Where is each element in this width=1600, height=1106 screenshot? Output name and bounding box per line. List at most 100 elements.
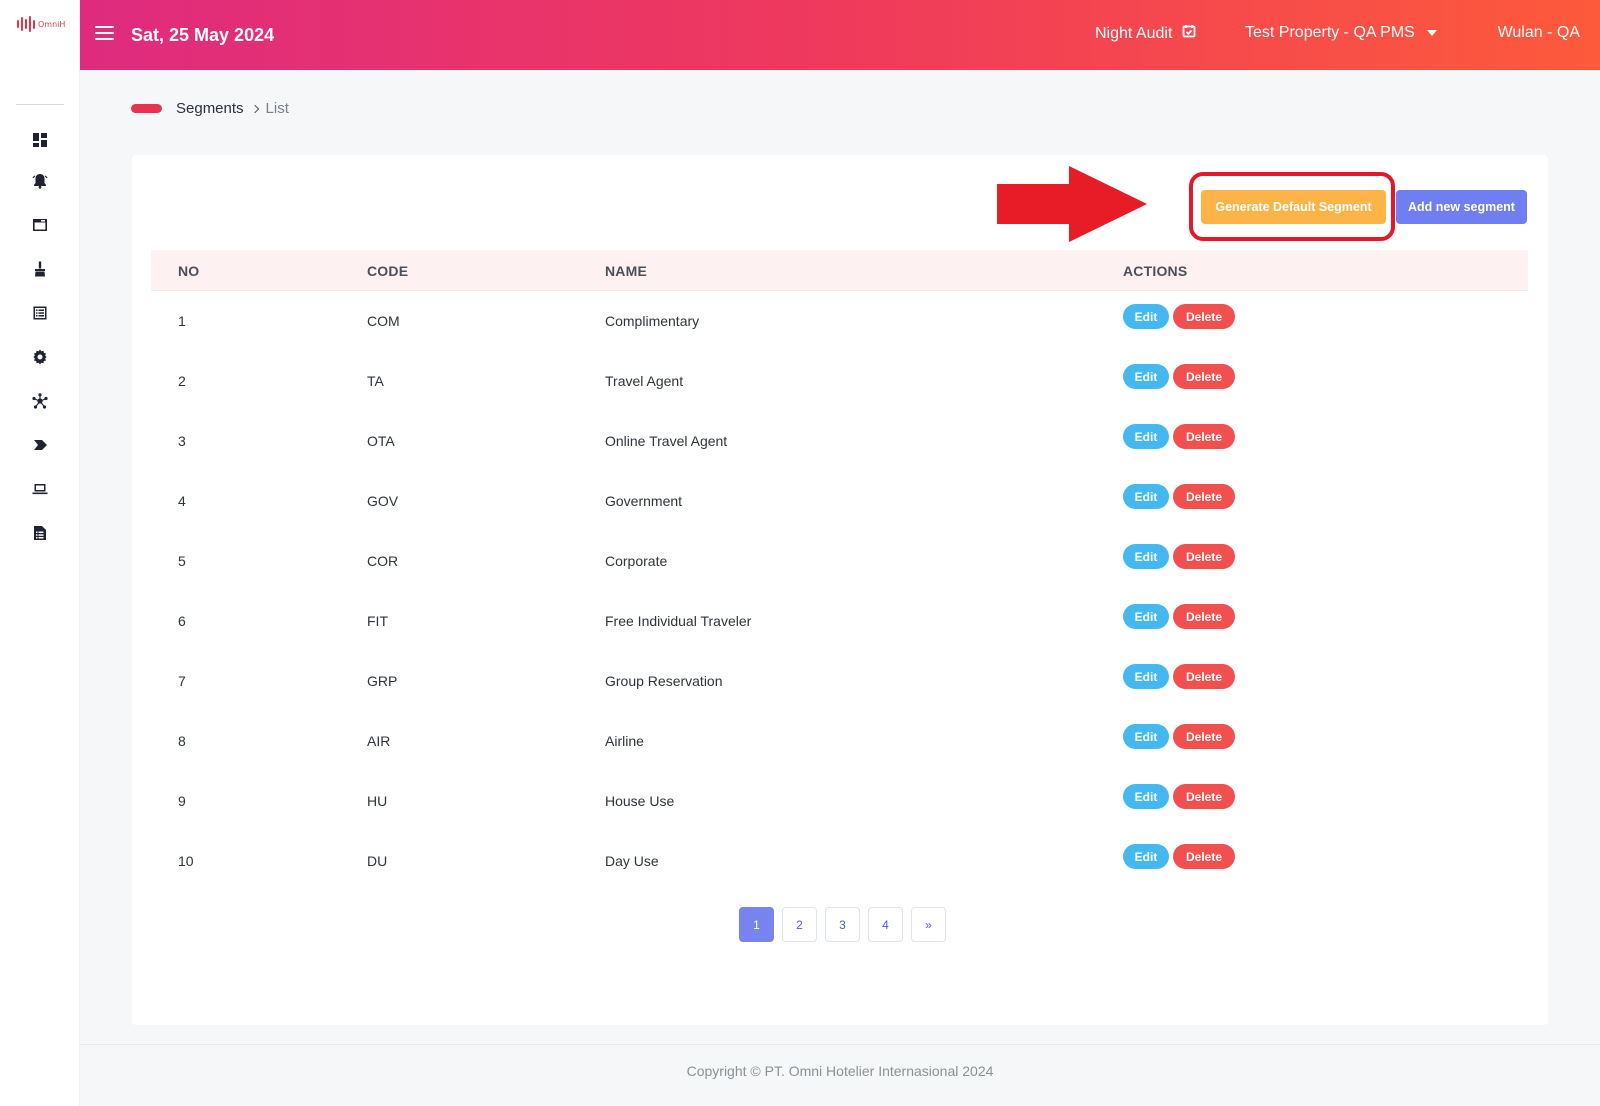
delete-button[interactable]: Delete: [1173, 364, 1235, 389]
user-menu[interactable]: Wulan - QA: [1498, 24, 1580, 42]
copyright-text: Copyright © PT. Omni Hotelier Internasio…: [686, 1063, 994, 1079]
row-code: FIT: [367, 613, 388, 629]
row-code: AIR: [367, 733, 391, 749]
delete-button[interactable]: Delete: [1173, 784, 1235, 809]
row-code: OTA: [367, 433, 395, 449]
night-audit-label: Night Audit: [1095, 24, 1173, 42]
delete-button[interactable]: Delete: [1173, 484, 1235, 509]
footer: Copyright © PT. Omni Hotelier Internasio…: [80, 1044, 1600, 1106]
row-name: Airline: [605, 733, 644, 749]
pagination: 1 2 3 4 »: [739, 907, 946, 942]
top-bar: Sat, 25 May 2024 Night Audit Test Proper…: [80, 0, 1600, 70]
chevron-down-icon: [1426, 30, 1437, 36]
table-row: 2 TA Travel Agent Edit Delete: [151, 351, 1528, 411]
delete-button[interactable]: Delete: [1173, 664, 1235, 689]
page-4-button[interactable]: 4: [868, 907, 903, 942]
edit-button[interactable]: Edit: [1123, 544, 1169, 569]
report-icon[interactable]: [31, 524, 49, 542]
table-row: 5 COR Corporate Edit Delete: [151, 531, 1528, 591]
breadcrumb-marker: [131, 104, 162, 113]
network-icon[interactable]: [31, 392, 49, 410]
row-code: DU: [367, 853, 388, 869]
page-1-button[interactable]: 1: [739, 907, 774, 942]
sidebar: OmniH: [0, 0, 80, 1106]
night-audit-button[interactable]: Night Audit: [1095, 24, 1196, 43]
omnih-logo[interactable]: OmniH: [17, 16, 65, 32]
row-name: Day Use: [605, 853, 659, 869]
broom-icon[interactable]: [31, 260, 49, 278]
column-header-code: CODE: [367, 263, 409, 279]
breadcrumb-segments-link[interactable]: Segments: [176, 100, 244, 117]
row-no: 1: [178, 313, 186, 329]
delete-button[interactable]: Delete: [1173, 844, 1235, 869]
laptop-icon[interactable]: [31, 480, 49, 498]
row-no: 6: [178, 613, 186, 629]
menu-toggle-icon[interactable]: [95, 26, 114, 41]
edit-button[interactable]: Edit: [1123, 664, 1169, 689]
table-row: 1 COM Complimentary Edit Delete: [151, 291, 1528, 351]
row-code: COM: [367, 313, 400, 329]
breadcrumb-current: List: [265, 100, 289, 117]
next-page-button[interactable]: »: [911, 907, 946, 942]
row-code: HU: [367, 793, 388, 809]
row-code: COR: [367, 553, 399, 569]
row-name: House Use: [605, 793, 675, 809]
edit-button[interactable]: Edit: [1123, 784, 1169, 809]
property-name: Test Property - QA PMS: [1245, 24, 1415, 41]
gear-icon[interactable]: [31, 348, 49, 366]
row-no: 5: [178, 553, 186, 569]
tag-icon[interactable]: [31, 436, 49, 454]
delete-button[interactable]: Delete: [1173, 604, 1235, 629]
row-name: Group Reservation: [605, 673, 723, 689]
row-name: Travel Agent: [605, 373, 684, 389]
delete-button[interactable]: Delete: [1173, 724, 1235, 749]
edit-button[interactable]: Edit: [1123, 424, 1169, 449]
property-selector[interactable]: Test Property - QA PMS: [1245, 24, 1437, 42]
row-no: 2: [178, 373, 186, 389]
column-header-actions: ACTIONS: [1123, 263, 1188, 279]
row-no: 7: [178, 673, 186, 689]
row-name: Free Individual Traveler: [605, 613, 752, 629]
generate-default-segment-button[interactable]: Generate Default Segment: [1201, 190, 1386, 224]
row-name: Complimentary: [605, 313, 700, 329]
table-row: 3 OTA Online Travel Agent Edit Delete: [151, 411, 1528, 471]
column-header-no: NO: [178, 263, 200, 279]
table-row: 8 AIR Airline Edit Delete: [151, 711, 1528, 771]
page-3-button[interactable]: 3: [825, 907, 860, 942]
row-code: GRP: [367, 673, 398, 689]
table-row: 10 DU Day Use Edit Delete: [151, 831, 1528, 891]
table-row: 9 HU House Use Edit Delete: [151, 771, 1528, 831]
chevron-right-icon: [250, 104, 259, 113]
logo-text: OmniH: [38, 19, 66, 29]
edit-button[interactable]: Edit: [1123, 724, 1169, 749]
edit-button[interactable]: Edit: [1123, 604, 1169, 629]
row-name: Online Travel Agent: [605, 433, 728, 449]
add-new-segment-button[interactable]: Add new segment: [1396, 190, 1527, 224]
row-code: GOV: [367, 493, 399, 509]
dashboard-icon[interactable]: [31, 131, 49, 149]
delete-button[interactable]: Delete: [1173, 544, 1235, 569]
list-icon[interactable]: [31, 304, 49, 322]
row-no: 8: [178, 733, 186, 749]
row-name: Government: [605, 493, 683, 509]
row-name: Corporate: [605, 553, 668, 569]
bell-icon[interactable]: [31, 172, 49, 190]
column-header-name: NAME: [605, 263, 648, 279]
row-no: 10: [178, 853, 194, 869]
edit-button[interactable]: Edit: [1123, 844, 1169, 869]
annotation-arrow: [997, 166, 1147, 242]
table-row: 7 GRP Group Reservation Edit Delete: [151, 651, 1528, 711]
row-code: TA: [367, 373, 384, 389]
row-no: 3: [178, 433, 186, 449]
delete-button[interactable]: Delete: [1173, 424, 1235, 449]
window-icon[interactable]: [31, 216, 49, 234]
delete-button[interactable]: Delete: [1173, 304, 1235, 329]
table-row: 6 FIT Free Individual Traveler Edit Dele…: [151, 591, 1528, 651]
edit-button[interactable]: Edit: [1123, 364, 1169, 389]
edit-button[interactable]: Edit: [1123, 304, 1169, 329]
edit-button[interactable]: Edit: [1123, 484, 1169, 509]
row-no: 4: [178, 493, 186, 509]
logo-mark: [17, 16, 35, 32]
page-2-button[interactable]: 2: [782, 907, 817, 942]
sidebar-divider: [16, 104, 64, 105]
